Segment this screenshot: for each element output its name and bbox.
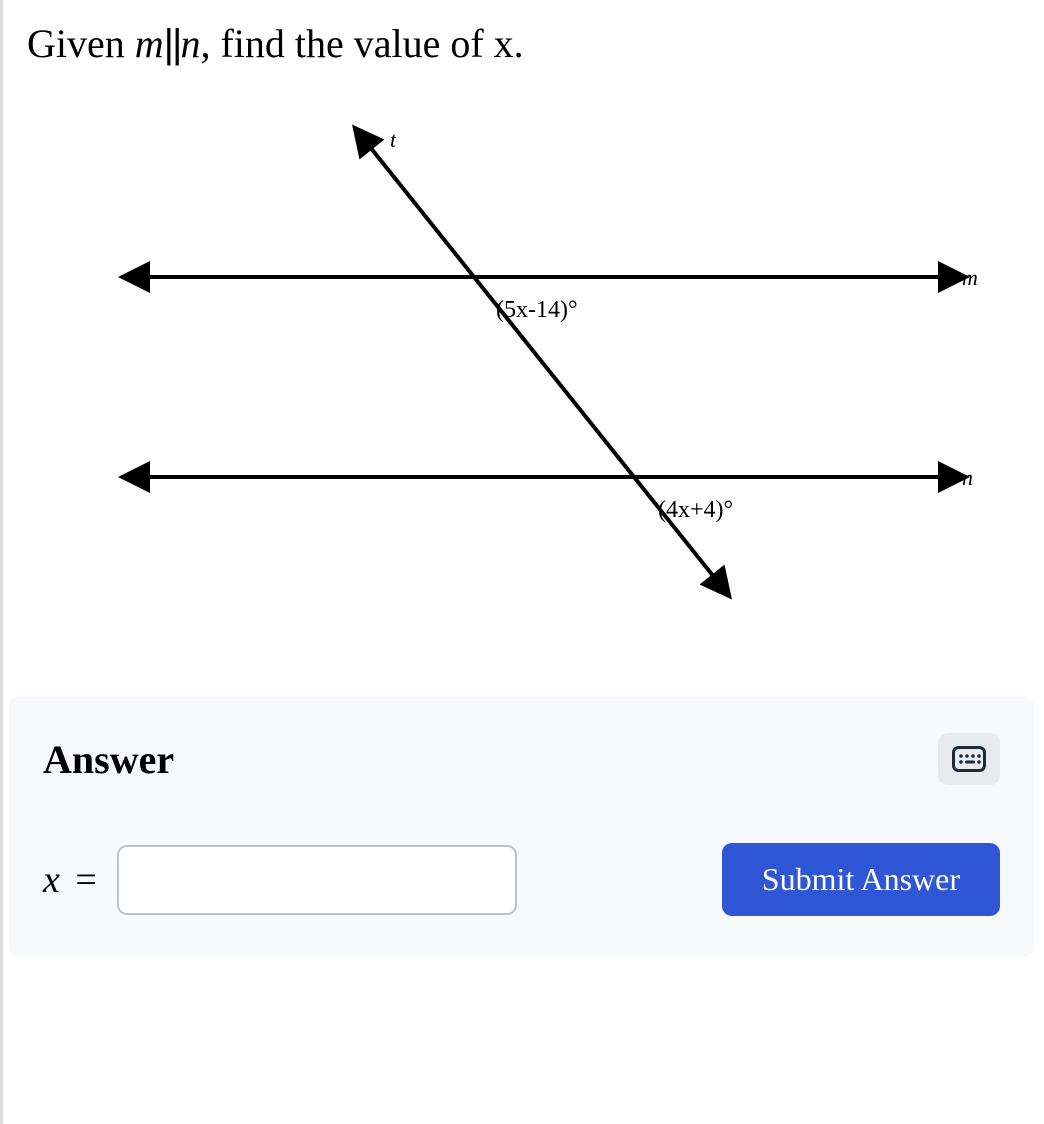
line-n-label: n <box>962 465 973 490</box>
keyboard-button[interactable] <box>938 733 1000 785</box>
answer-heading: Answer <box>43 736 174 783</box>
parallel-symbol: || <box>164 22 181 66</box>
geometry-diagram: m n t (5x-14)° (4x+4)° <box>3 77 1044 697</box>
question-var-m: m <box>135 21 164 66</box>
keyboard-icon <box>952 746 986 772</box>
answer-input[interactable] <box>117 845 517 915</box>
x-equals-label: x = <box>43 858 97 902</box>
angle-top-label: (5x-14)° <box>496 297 578 323</box>
angle-bottom-label: (4x+4)° <box>658 497 733 523</box>
line-t-label: t <box>390 127 397 152</box>
question-suffix: , find the value of x. <box>200 21 523 66</box>
answer-panel: Answer x = Submit Answer <box>9 697 1034 956</box>
question-prefix: Given <box>27 21 135 66</box>
x-var: x <box>43 859 60 901</box>
question-var-n: n <box>180 21 200 66</box>
question-text: Given m||n, find the value of x. <box>3 0 1044 77</box>
submit-answer-button[interactable]: Submit Answer <box>722 843 1000 916</box>
equals-sign: = <box>69 859 96 901</box>
line-m-label: m <box>962 265 978 290</box>
